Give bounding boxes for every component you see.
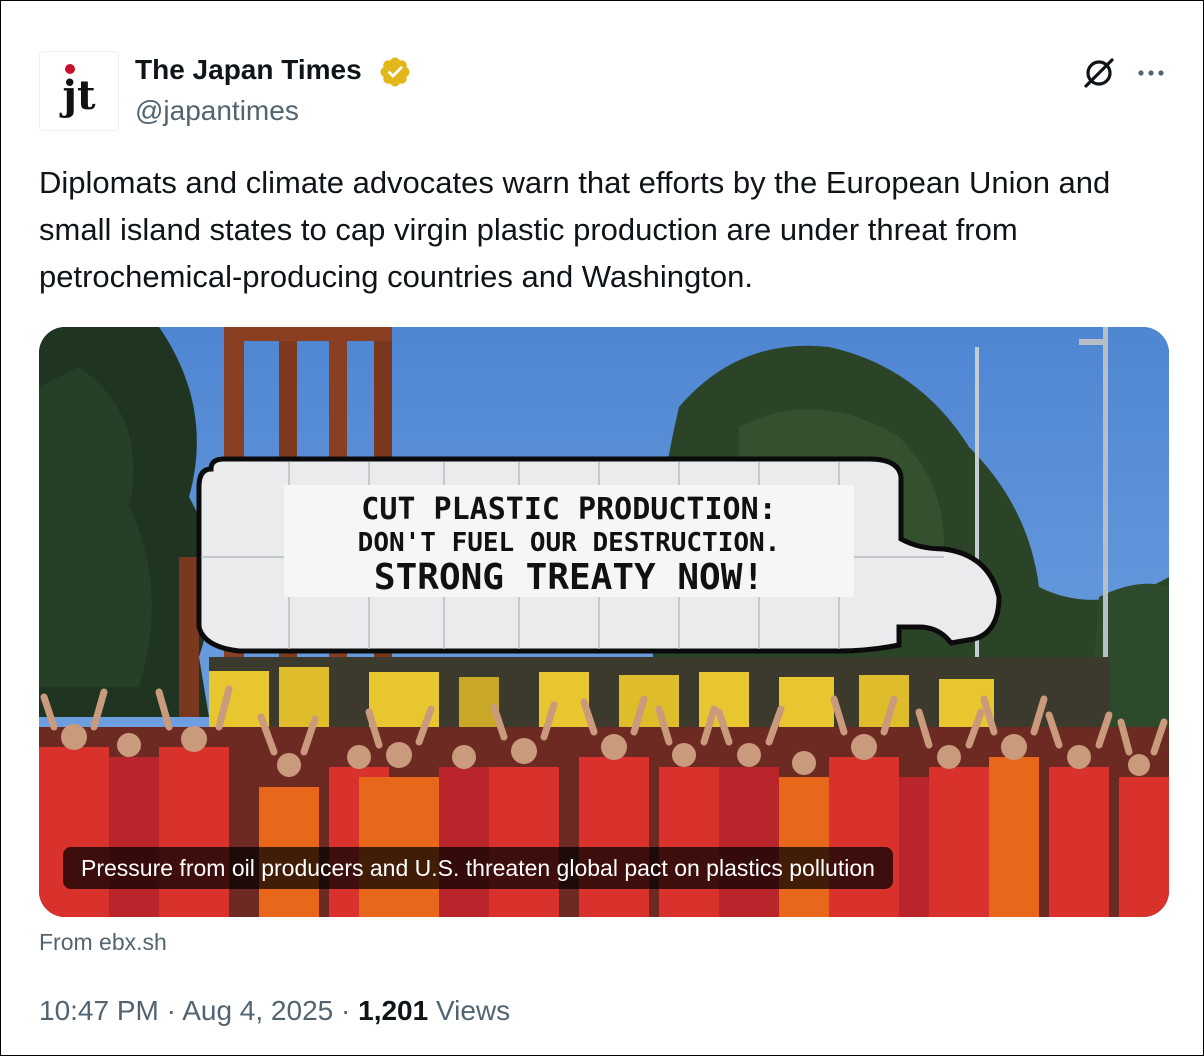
tweet-meta: 10:47 PM · Aug 4, 2025 · 1,201 Views (39, 995, 510, 1027)
protest-photo: CUT PLASTIC PRODUCTION: DON'T FUEL OUR D… (39, 327, 1169, 917)
banner-line-1: CUT PLASTIC PRODUCTION: (361, 492, 776, 527)
link-card-caption: Pressure from oil producers and U.S. thr… (63, 847, 893, 889)
link-source[interactable]: From ebx.sh (39, 929, 167, 956)
tweet-text: Diplomats and climate advocates warn tha… (39, 165, 1111, 294)
japan-times-logo: jt (60, 64, 96, 119)
verified-badge-icon (380, 57, 410, 87)
banner-line-2: DON'T FUEL OUR DESTRUCTION. (358, 528, 781, 558)
tweet-card: jt The Japan Times @japantimes Diplomats… (0, 0, 1204, 1056)
more-icon (1138, 70, 1164, 76)
meta-separator: · (341, 995, 351, 1026)
grok-icon (1084, 58, 1114, 88)
author-name[interactable]: The Japan Times (135, 53, 362, 87)
views-label: Views (435, 995, 511, 1026)
tweet-date[interactable]: Aug 4, 2025 (182, 995, 333, 1026)
avatar-logo-text: jt (60, 72, 96, 119)
meta-separator: · (166, 995, 176, 1026)
views-count: 1,201 (358, 995, 429, 1026)
more-options-button[interactable] (1131, 53, 1171, 93)
grok-button[interactable] (1079, 53, 1119, 93)
link-card-image[interactable]: CUT PLASTIC PRODUCTION: DON'T FUEL OUR D… (39, 327, 1169, 917)
author-avatar[interactable]: jt (39, 51, 119, 131)
author-handle[interactable]: @japantimes (135, 94, 299, 128)
banner-line-3: STRONG TREATY NOW! (374, 557, 764, 598)
tweet-time[interactable]: 10:47 PM (39, 995, 159, 1026)
